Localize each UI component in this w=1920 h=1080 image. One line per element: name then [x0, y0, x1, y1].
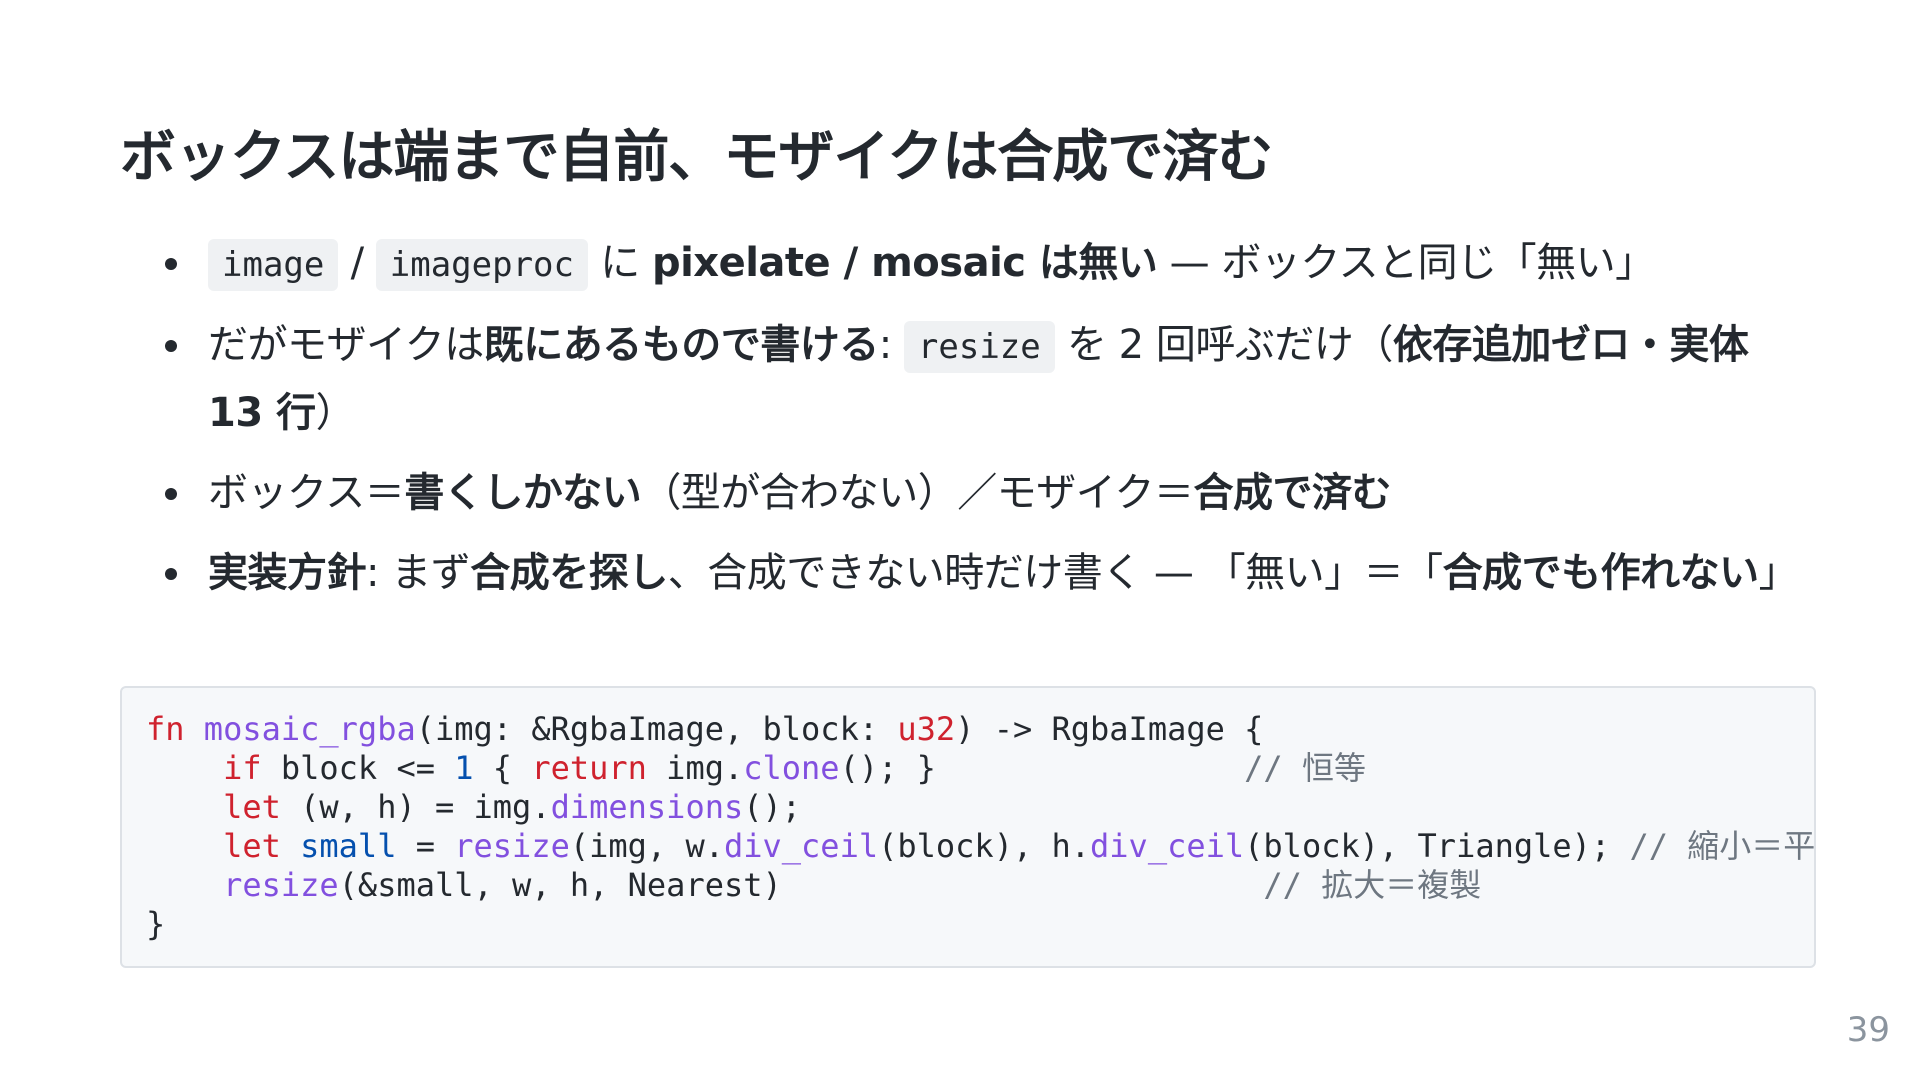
code-text: ();	[743, 788, 802, 826]
bullet-emphasis: 合成でも作れない	[1442, 550, 1760, 596]
inline-code: image	[208, 239, 339, 291]
code-text: block <=	[261, 749, 455, 787]
code-line: resize(&small, w, h, Nearest) // 拡大＝複製	[146, 866, 1481, 904]
bullet-text: /	[338, 240, 376, 286]
bullet-item: 実装方針: まず合成を探し、合成できない時だけ書く — 「無い」＝「合成でも作れ…	[120, 540, 1800, 606]
bullet-text: ボックス＝	[208, 470, 405, 516]
bullet-emphasis: 合成を探し	[470, 550, 668, 596]
code-block: fn mosaic_rgba(img: &RgbaImage, block: u…	[120, 686, 1816, 968]
code-keyword: let	[223, 788, 281, 826]
code-method: clone	[743, 749, 840, 787]
code-keyword: fn	[146, 710, 185, 748]
code-text: }	[146, 905, 166, 943]
bullet-text: を 2 回呼ぶだけ（	[1054, 322, 1393, 368]
bullet-text: : まず	[366, 550, 471, 596]
bullet-text: だがモザイクは	[208, 322, 484, 368]
bullet-item: ボックス＝書くしかない（型が合わない）／モザイク＝合成で済む	[120, 460, 1800, 526]
code-text: (); }	[839, 749, 1245, 787]
code-keyword: if	[223, 749, 262, 787]
code-text: (&small, w, h, Nearest)	[338, 866, 1264, 904]
code-keyword: let	[223, 827, 281, 865]
code-comment: // 恒等	[1244, 749, 1366, 787]
bullet-text: — ボックスと同じ「無い」	[1157, 240, 1656, 286]
code-variable: small	[300, 827, 397, 865]
page-number: 39	[1846, 1010, 1890, 1050]
bullet-text: 」	[1758, 550, 1799, 596]
bullet-item: だがモザイクは既にあるもので書ける: resize を 2 回呼ぶだけ（依存追加…	[120, 312, 1800, 446]
bullet-emphasis: 合成で済む	[1193, 470, 1392, 516]
inline-code: imageproc	[375, 239, 588, 291]
code-text: (w, h) = img.	[280, 788, 551, 826]
code-type: u32	[897, 710, 956, 748]
bullet-text: に	[588, 240, 652, 286]
code-comment: // 縮小＝平均	[1629, 827, 1816, 865]
bullet-emphasis: pixelate / mosaic は無い	[651, 240, 1158, 286]
code-text: ) -> RgbaImage {	[955, 710, 1264, 748]
code-function-name: mosaic_rgba	[203, 710, 416, 748]
code-line: if block <= 1 { return img.clone(); } //…	[146, 749, 1366, 787]
code-line: let (w, h) = img.dimensions();	[146, 788, 801, 826]
bullet-emphasis: 実装方針	[208, 550, 367, 596]
code-line: fn mosaic_rgba(img: &RgbaImage, block: u…	[146, 710, 1263, 748]
code-function-call: resize	[223, 866, 339, 904]
code-method: div_ceil	[723, 827, 879, 865]
code-line: let small = resize(img, w.div_ceil(block…	[146, 827, 1816, 865]
code-text: (img: &RgbaImage, block:	[415, 710, 898, 748]
bullet-text: 、合成できない時だけ書く — 「無い」＝「	[667, 550, 1443, 596]
code-method: div_ceil	[1090, 827, 1245, 865]
code-number: 1	[454, 749, 474, 787]
code-text: img.	[646, 749, 744, 787]
code-text: (block), Triangle);	[1244, 827, 1630, 865]
slide-title: ボックスは端まで自前、モザイクは合成で済む	[120, 125, 1273, 190]
bullet-text: :	[878, 322, 904, 368]
bullet-emphasis: 書くしかない	[404, 470, 642, 516]
code-keyword: return	[531, 749, 647, 787]
bullet-item: image / imageproc に pixelate / mosaic は無…	[120, 230, 1800, 298]
code-text: (img, w.	[569, 827, 724, 865]
bullet-text: （型が合わない）／モザイク＝	[641, 470, 1194, 516]
code-function-call: resize	[454, 827, 570, 865]
code-text: =	[396, 827, 455, 865]
inline-code: resize	[903, 321, 1055, 373]
bullet-text: ）	[315, 390, 356, 436]
code-text: (block), h.	[878, 827, 1091, 865]
code-text: {	[473, 749, 532, 787]
code-line: }	[146, 905, 165, 943]
bullet-list: image / imageproc に pixelate / mosaic は無…	[120, 230, 1800, 620]
code-comment: // 拡大＝複製	[1263, 866, 1482, 904]
bullet-emphasis: 既にあるもので書ける	[483, 322, 880, 368]
code-method: dimensions	[550, 788, 744, 826]
